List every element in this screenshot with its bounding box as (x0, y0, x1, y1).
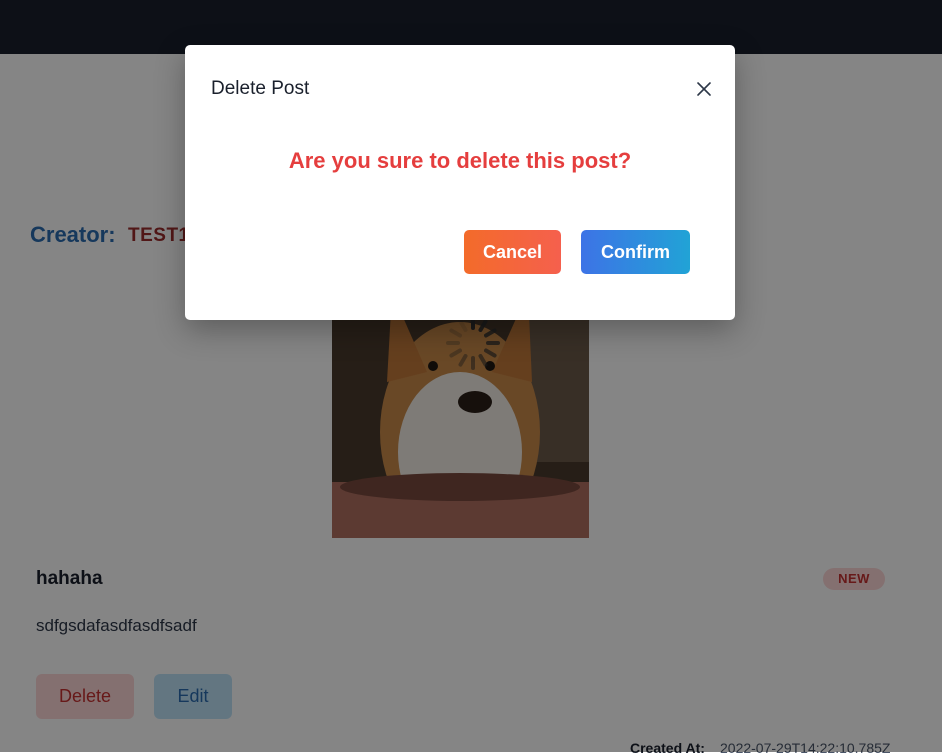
modal-title: Delete Post (211, 78, 310, 99)
cancel-button[interactable]: Cancel (464, 230, 561, 274)
loading-spinner-icon (442, 312, 504, 374)
confirm-question: Are you sure to delete this post? (288, 148, 632, 173)
confirm-button[interactable]: Confirm (581, 230, 690, 274)
close-icon[interactable] (689, 75, 719, 105)
delete-post-modal: Delete Post Are you sure to delete this … (185, 45, 735, 320)
